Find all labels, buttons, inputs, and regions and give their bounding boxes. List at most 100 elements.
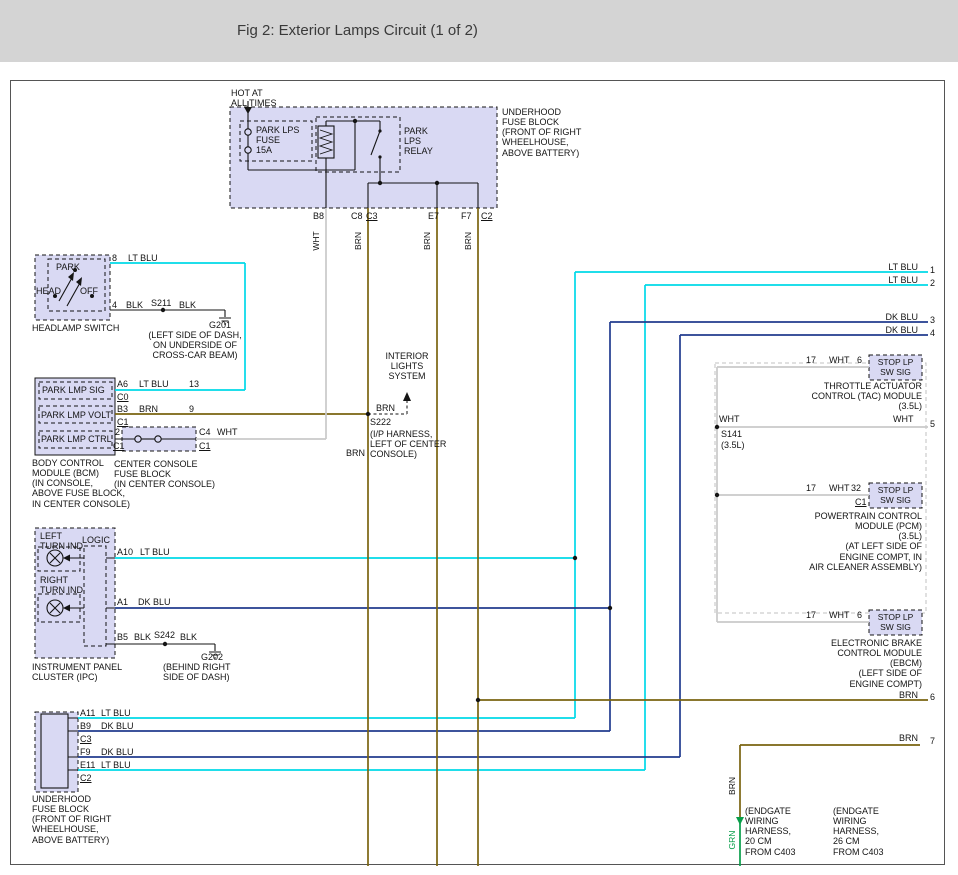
circuit-9-label: 9	[189, 404, 194, 414]
circuit-13-label: 13	[189, 379, 199, 389]
wire-brn-vertical-label: BRN	[728, 777, 738, 795]
pin-a10-label: A10	[117, 547, 133, 557]
pin-b8-label: B8	[313, 211, 324, 221]
pin-f9-label: F9	[80, 747, 91, 757]
pin-b3-label: B3	[117, 404, 128, 414]
wire-blk-a-label: BLK	[126, 300, 143, 310]
connector-c1c-label: C1	[199, 441, 211, 451]
wire-brn-e7-label: BRN	[423, 232, 433, 250]
ipc-caption: INSTRUMENT PANEL CLUSTER (IPC)	[32, 662, 122, 682]
ground-g202-label: G202	[201, 652, 223, 662]
pin-f7-label: F7	[461, 211, 472, 221]
wire-brn-c3-label: BRN	[354, 232, 364, 250]
pin-b9-label: B9	[80, 721, 91, 731]
splice-s222-label: S222	[370, 417, 391, 427]
wire-dkblu-f9-label: DK BLU	[101, 747, 134, 757]
wire-ltblu-a6-label: LT BLU	[139, 379, 169, 389]
park-lps-fuse-label: PARK LPS FUSE 15A	[256, 125, 299, 155]
pin-4-label: 4	[112, 300, 117, 310]
pin-b5-label: B5	[117, 632, 128, 642]
pin-c8-label: C8	[351, 211, 363, 221]
tac-wire-wht: WHT	[829, 355, 850, 365]
logic-label: LOGIC	[82, 535, 110, 545]
interior-lights-system-label: INTERIOR LIGHTS SYSTEM	[377, 351, 437, 381]
ebcm-wire-wht: WHT	[829, 610, 850, 620]
s141-wht-left: WHT	[719, 414, 740, 424]
headlamp-switch-caption: HEADLAMP SWITCH	[32, 323, 119, 333]
endgate-harness-20cm-label: (ENDGATE WIRING HARNESS, 20 CM FROM C403	[745, 806, 796, 857]
wire-wht-c4-label: WHT	[217, 427, 238, 437]
pin-2-label: 2	[115, 427, 120, 437]
wire-brn-f7-label: BRN	[464, 232, 474, 250]
pin-c4-label: C4	[199, 427, 211, 437]
wire1-ltblu-label: LT BLU	[884, 262, 918, 272]
underhood-fuse-block-location-label: UNDERHOOD FUSE BLOCK (FRONT OF RIGHT WHE…	[502, 107, 581, 158]
tac-stop-lp-sw-sig-box: STOP LP SW SIG	[869, 358, 922, 377]
connector-c2-label: C2	[481, 211, 493, 221]
wire-grn-vertical-label: GRN	[728, 831, 738, 850]
connector-c1-label: C1	[117, 417, 129, 427]
offpage-5: 5	[930, 419, 935, 429]
wire-brn-below-s222-label: BRN	[346, 448, 365, 458]
wire-dkblu-b9-label: DK BLU	[101, 721, 134, 731]
pcm-stop-lp-sw-sig-box: STOP LP SW SIG	[869, 486, 922, 505]
wire4-dkblu-label: DK BLU	[884, 325, 918, 335]
splice-s141-location: (3.5L)	[721, 440, 745, 450]
endgate-harness-26cm-label: (ENDGATE WIRING HARNESS, 26 CM FROM C403	[833, 806, 884, 857]
pin-e11-label: E11	[80, 760, 95, 770]
park-lps-relay-label: PARK LPS RELAY	[404, 126, 433, 156]
offpage-4: 4	[930, 328, 935, 338]
wire-ltblu-pin8-label: LT BLU	[128, 253, 158, 263]
wire-brn-b3-label: BRN	[139, 404, 158, 414]
underhood-fuse-block-bottom-caption: UNDERHOOD FUSE BLOCK (FRONT OF RIGHT WHE…	[32, 794, 111, 845]
pin-8-label: 8	[112, 253, 117, 263]
connector-c3-bottom-label: C3	[80, 734, 92, 744]
ground-g201-location: (LEFT SIDE OF DASH, ON UNDERSIDE OF CROS…	[140, 330, 250, 360]
console-fuse-block-caption: CENTER CONSOLE FUSE BLOCK (IN CENTER CON…	[114, 459, 215, 489]
right-turn-ind-label: RIGHT TURN IND	[40, 575, 83, 595]
switch-park-label: PARK	[56, 262, 80, 272]
offpage-1: 1	[930, 265, 935, 275]
s141-wht-right: WHT	[893, 414, 914, 424]
wire-ltblu-e11-label: LT BLU	[101, 760, 131, 770]
splice-s242-label: S242	[154, 630, 175, 640]
switch-off-label: OFF	[80, 286, 98, 296]
pin-e7-label: E7	[428, 211, 439, 221]
wire-blk-b-label: BLK	[179, 300, 196, 310]
bcm-row-park-lmp-sig: PARK LMP SIG	[42, 385, 105, 395]
wire7-brn-label: BRN	[884, 733, 918, 743]
pcm-pin-32: 32	[851, 483, 861, 493]
wire-wht-b8-label: WHT	[312, 231, 322, 250]
hot-at-all-times-label: HOT AT ALL TIMES	[231, 88, 277, 108]
pin-a11-label: A11	[80, 708, 95, 718]
bcm-row-park-lmp-ctrl: PARK LMP CTRL	[41, 434, 112, 444]
bcm-row-park-lmp-volt: PARK LMP VOLT	[41, 410, 111, 420]
wiring-diagram-page: { "title": "Fig 2: Exterior Lamps Circui…	[0, 0, 958, 875]
connector-c3-label: C3	[366, 211, 378, 221]
wire-dkblu-a1-label: DK BLU	[138, 597, 171, 607]
pcm-module-caption: POWERTRAIN CONTROL MODULE (PCM) (3.5L) (…	[770, 511, 922, 572]
wire-blk-b5b-label: BLK	[180, 632, 197, 642]
offpage-3: 3	[930, 315, 935, 325]
ebcm-pin-6: 6	[857, 610, 862, 620]
wire6-brn-label: BRN	[884, 690, 918, 700]
offpage-2: 2	[930, 278, 935, 288]
offpage-6: 6	[930, 692, 935, 702]
ebcm-ckt-17: 17	[806, 610, 816, 620]
ebcm-module-caption: ELECTRONIC BRAKE CONTROL MODULE (EBCM) (…	[790, 638, 922, 689]
wire-blk-b5a-label: BLK	[134, 632, 151, 642]
wire-ltblu-a11-label: LT BLU	[101, 708, 131, 718]
pcm-wire-wht: WHT	[829, 483, 850, 493]
switch-head-label: HEAD	[36, 286, 61, 296]
tac-pin-6: 6	[857, 355, 862, 365]
figure-title-bar: Fig 2: Exterior Lamps Circuit (1 of 2)	[0, 0, 958, 62]
wire2-ltblu-label: LT BLU	[884, 275, 918, 285]
connector-c2-bottom-label: C2	[80, 773, 92, 783]
tac-module-caption: THROTTLE ACTUATOR CONTROL (TAC) MODULE (…	[790, 381, 922, 411]
pcm-connector-c1: C1	[855, 497, 867, 507]
splice-s222-location: (I/P HARNESS, LEFT OF CENTER CONSOLE)	[370, 429, 446, 459]
ground-g202-location: (BEHIND RIGHT SIDE OF DASH)	[163, 662, 231, 682]
wire-brn-s222-label: BRN	[376, 403, 395, 413]
figure-title: Fig 2: Exterior Lamps Circuit (1 of 2)	[237, 22, 478, 39]
connector-c1b-label: C1	[113, 441, 125, 451]
